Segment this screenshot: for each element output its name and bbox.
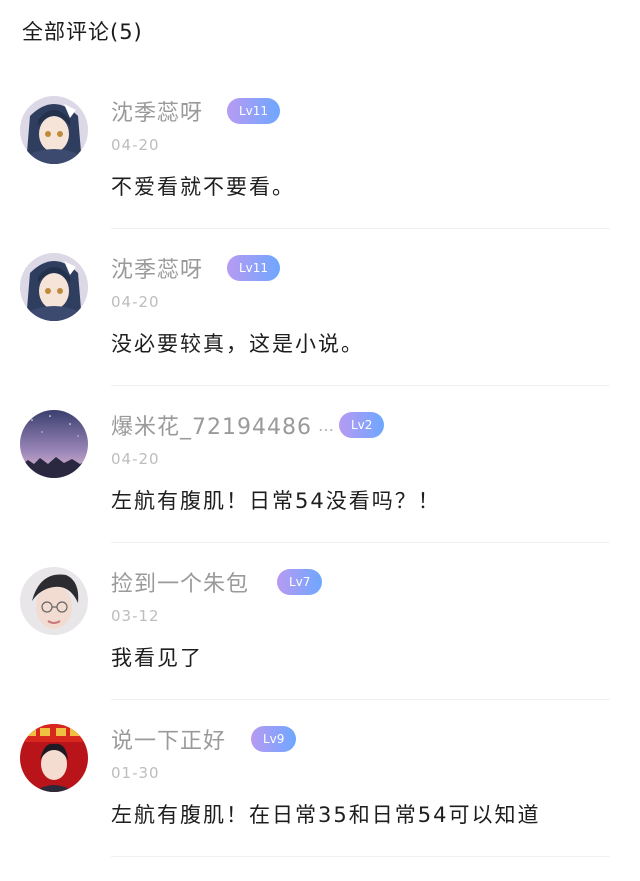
- avatar[interactable]: [20, 96, 88, 164]
- name-row: 沈季蕊呀: [111, 96, 203, 126]
- username[interactable]: 沈季蕊呀: [111, 95, 203, 127]
- comment-text: 不爱看就不要看。: [111, 175, 295, 199]
- avatar[interactable]: [20, 410, 88, 478]
- comment-item: 沈季蕊呀 Lv11 04-20 没必要较真，这是小说。: [0, 253, 640, 410]
- level-badge: Lv11: [227, 255, 281, 281]
- username[interactable]: 捡到一个朱包: [111, 566, 249, 598]
- username[interactable]: 爆米花_72194486: [111, 409, 312, 441]
- avatar[interactable]: [20, 724, 88, 792]
- name-row: 沈季蕊呀: [111, 253, 203, 283]
- name-row: 说一下正好: [111, 724, 226, 754]
- comment-text: 左航有腹肌！在日常35和日常54可以知道: [111, 803, 541, 827]
- avatar[interactable]: [20, 567, 88, 635]
- divider: [111, 856, 610, 857]
- comment-item: 沈季蕊呀 Lv11 04-20 不爱看就不要看。: [0, 96, 640, 253]
- divider: [111, 699, 610, 700]
- comment-date: 04-20: [111, 293, 160, 311]
- name-row: 捡到一个朱包: [111, 567, 249, 597]
- comment-item: 捡到一个朱包 Lv7 03-12 我看见了: [0, 567, 640, 724]
- comment-text: 我看见了: [111, 646, 203, 670]
- comments-header: 全部评论(5): [22, 20, 143, 44]
- name-row: 爆米花_72194486 …: [111, 410, 334, 440]
- divider: [111, 542, 610, 543]
- comment-date: 03-12: [111, 607, 160, 625]
- level-badge: Lv7: [277, 569, 323, 595]
- ellipsis: …: [317, 415, 334, 435]
- comment-item: 爆米花_72194486 … Lv2 04-20 左航有腹肌！日常54没看吗？！: [0, 410, 640, 567]
- comment-text: 左航有腹肌！日常54没看吗？！: [111, 489, 441, 513]
- comment-date: 04-20: [111, 136, 160, 154]
- comment-item: 说一下正好 Lv9 01-30 左航有腹肌！在日常35和日常54可以知道: [0, 724, 640, 881]
- divider: [111, 228, 610, 229]
- level-badge: Lv2: [339, 412, 385, 438]
- avatar[interactable]: [20, 253, 88, 321]
- username[interactable]: 说一下正好: [111, 723, 226, 755]
- divider: [111, 385, 610, 386]
- comment-text: 没必要较真，这是小说。: [111, 332, 364, 356]
- level-badge: Lv9: [251, 726, 297, 752]
- comment-date: 01-30: [111, 764, 160, 782]
- comment-date: 04-20: [111, 450, 160, 468]
- username[interactable]: 沈季蕊呀: [111, 252, 203, 284]
- level-badge: Lv11: [227, 98, 281, 124]
